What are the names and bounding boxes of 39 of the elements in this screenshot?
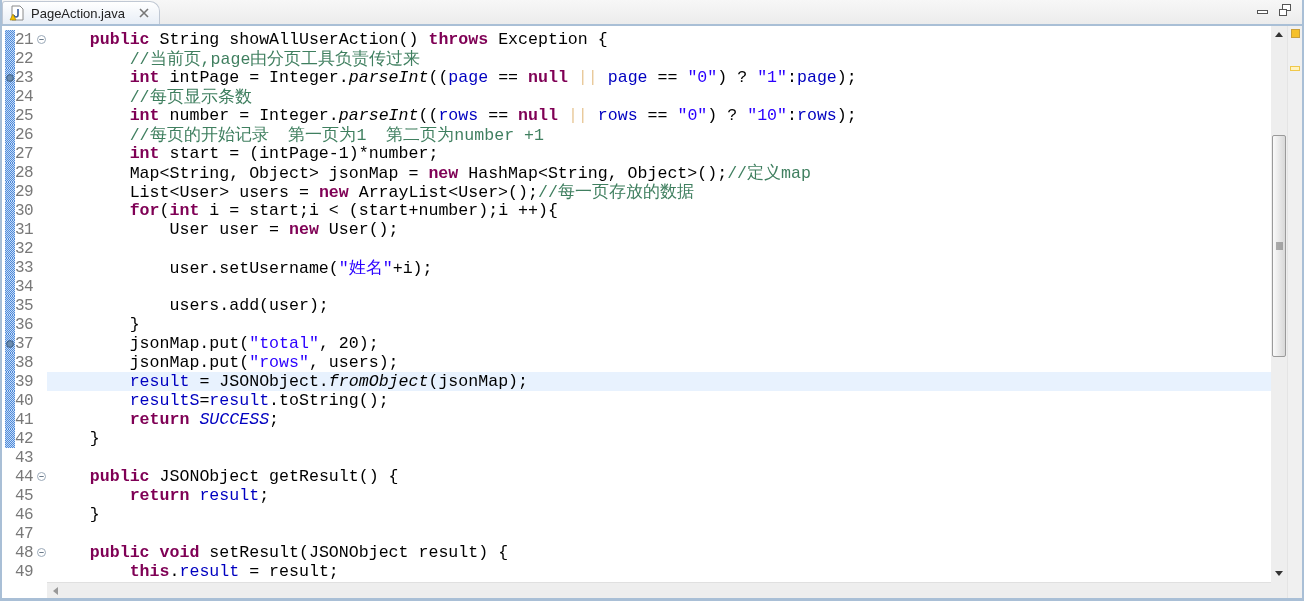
close-icon[interactable] [138, 8, 149, 18]
code-line: User user = new User(); [168, 220, 399, 239]
code-line: } [128, 315, 140, 334]
scroll-down-icon[interactable] [1275, 571, 1283, 576]
editor-tab[interactable]: PageAction.java [2, 1, 160, 24]
collapse-icon[interactable] [37, 472, 46, 481]
code-line: jsonMap.put("rows", users); [128, 353, 399, 372]
code-line: public String showAllUserAction() throws Exception { [88, 30, 608, 49]
code-line: //每页显示条数 [128, 86, 252, 108]
code-line: user.setUsername("姓名"+i); [168, 257, 433, 279]
code-line: return result; [128, 486, 270, 505]
code-line: this.result = result; [128, 562, 339, 581]
code-line: users.add(user); [168, 296, 329, 315]
code-line: for(int i = start;i < (start+number);i ++){ [128, 201, 558, 220]
code-line: //每页的开始记录 第一页为1 第二页为number +1 [128, 124, 544, 146]
code-line: resultS=result.toString(); [128, 391, 389, 410]
scrollbar-thumb[interactable] [1272, 135, 1286, 357]
code-line: public void setResult(JSONObject result) { [88, 543, 509, 562]
code-line: result = JSONObject.fromObject(jsonMap); [128, 372, 529, 391]
scroll-left-icon[interactable] [53, 586, 59, 595]
code-line: List<User> users = new ArrayList<User>();//每一页存放的数据 [128, 181, 694, 203]
warning-marker[interactable] [1290, 66, 1300, 71]
code-line: int intPage = Integer.parseInt((page == null || page == "0") ? "1":page); [128, 68, 857, 87]
collapse-icon[interactable] [37, 548, 46, 557]
restore-icon[interactable] [1279, 4, 1291, 16]
java-file-icon [9, 5, 25, 21]
code-line: public JSONObject getResult() { [88, 467, 399, 486]
code-line: //当前页,page由分页工具负责传过来 [128, 48, 421, 70]
code-line: Map<String, Object> jsonMap = new HashMap<String, Object>();//定义map [128, 162, 811, 183]
code-line: return SUCCESS; [128, 410, 280, 429]
code-line: } [88, 429, 100, 448]
tab-title: PageAction.java [31, 5, 125, 21]
scroll-up-icon[interactable] [1275, 32, 1283, 37]
minimize-icon[interactable] [1257, 8, 1269, 16]
code-line: } [88, 505, 100, 524]
code-line: int start = (intPage-1)*number; [128, 144, 439, 163]
code-line: jsonMap.put("total", 20); [128, 334, 379, 353]
collapse-icon[interactable] [37, 35, 46, 44]
code-line: int number = Integer.parseInt((rows == null || rows == "0") ? "10":rows); [128, 106, 857, 125]
